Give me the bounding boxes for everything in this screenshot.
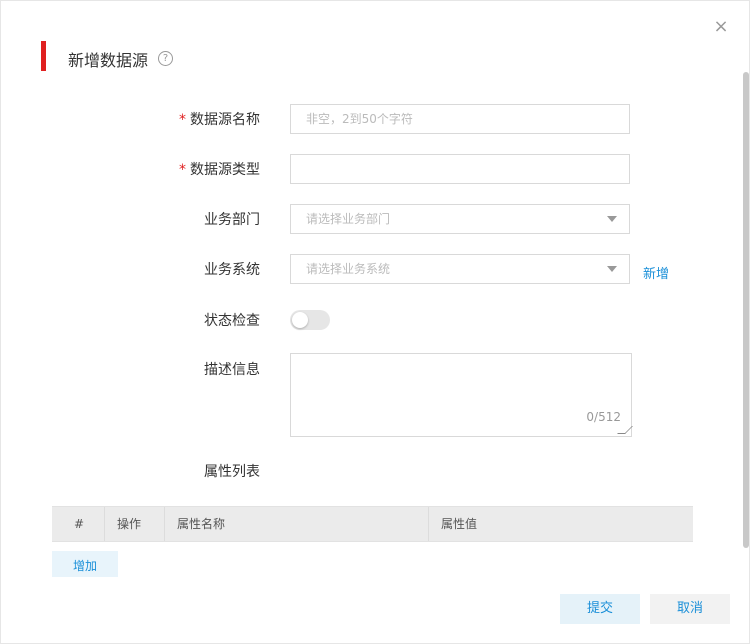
status-check-toggle[interactable] bbox=[290, 310, 330, 330]
datasource-type-label: * 数据源类型 bbox=[179, 162, 260, 178]
dialog-title: 新增数据源 bbox=[68, 51, 149, 70]
datasource-name-label: * 数据源名称 bbox=[179, 112, 260, 128]
name-placeholder: 非空，2到50个字符 bbox=[306, 112, 413, 126]
caret-down-icon bbox=[607, 216, 617, 222]
department-label: 业务部门 bbox=[204, 212, 260, 228]
system-label: 业务系统 bbox=[204, 262, 260, 278]
department-placeholder: 请选择业务部门 bbox=[306, 212, 391, 226]
close-icon[interactable]: × bbox=[713, 18, 729, 36]
scrollbar[interactable] bbox=[743, 72, 749, 548]
add-datasource-dialog: × 新增数据源 ? * 数据源名称 非空，2到50个字符 * 数据源类型 业务部门 … bbox=[0, 0, 750, 644]
cancel-button[interactable]: 取消 bbox=[650, 594, 730, 624]
system-placeholder: 请选择业务系统 bbox=[306, 262, 391, 276]
title-accent-bar bbox=[41, 41, 46, 71]
submit-button[interactable]: 提交 bbox=[560, 594, 640, 624]
column-header: # bbox=[74, 517, 85, 531]
status-check-label: 状态检查 bbox=[204, 313, 260, 329]
add-attribute-button[interactable]: 增加 bbox=[52, 551, 118, 577]
attribute-table-header: # 操作 属性名称 属性值 bbox=[52, 506, 693, 542]
add-system-link[interactable]: 新增 bbox=[643, 263, 669, 282]
department-select[interactable]: 请选择业务部门 bbox=[290, 204, 630, 234]
question-circle-icon[interactable]: ? bbox=[158, 51, 173, 66]
column-header: 操作 bbox=[117, 517, 142, 531]
column-header: 属性名称 bbox=[177, 517, 226, 531]
required-marker: * bbox=[179, 162, 186, 178]
column-divider bbox=[164, 507, 165, 541]
description-label: 描述信息 bbox=[204, 362, 260, 378]
datasource-name-input[interactable]: 非空，2到50个字符 bbox=[290, 104, 630, 134]
caret-down-icon bbox=[607, 266, 617, 272]
toggle-knob bbox=[292, 312, 308, 328]
datasource-type-input[interactable] bbox=[290, 154, 630, 184]
attribute-list-label: 属性列表 bbox=[204, 464, 260, 480]
column-header: 属性值 bbox=[441, 517, 478, 531]
description-textarea[interactable]: 0/512 bbox=[290, 353, 633, 437]
resize-handle-icon[interactable] bbox=[617, 426, 633, 434]
required-marker: * bbox=[179, 112, 186, 128]
column-divider bbox=[428, 507, 429, 541]
system-select[interactable]: 请选择业务系统 bbox=[290, 254, 630, 284]
column-divider bbox=[104, 507, 105, 541]
char-counter: 0/512 bbox=[586, 410, 621, 424]
